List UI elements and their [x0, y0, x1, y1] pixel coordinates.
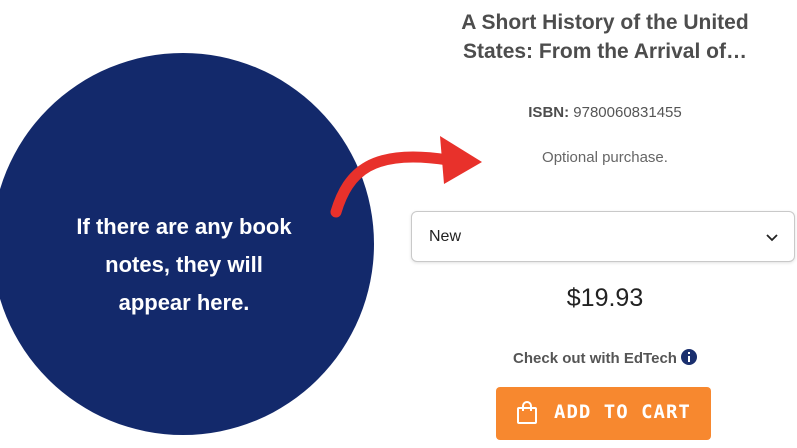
curved-arrow-icon: [330, 136, 482, 218]
